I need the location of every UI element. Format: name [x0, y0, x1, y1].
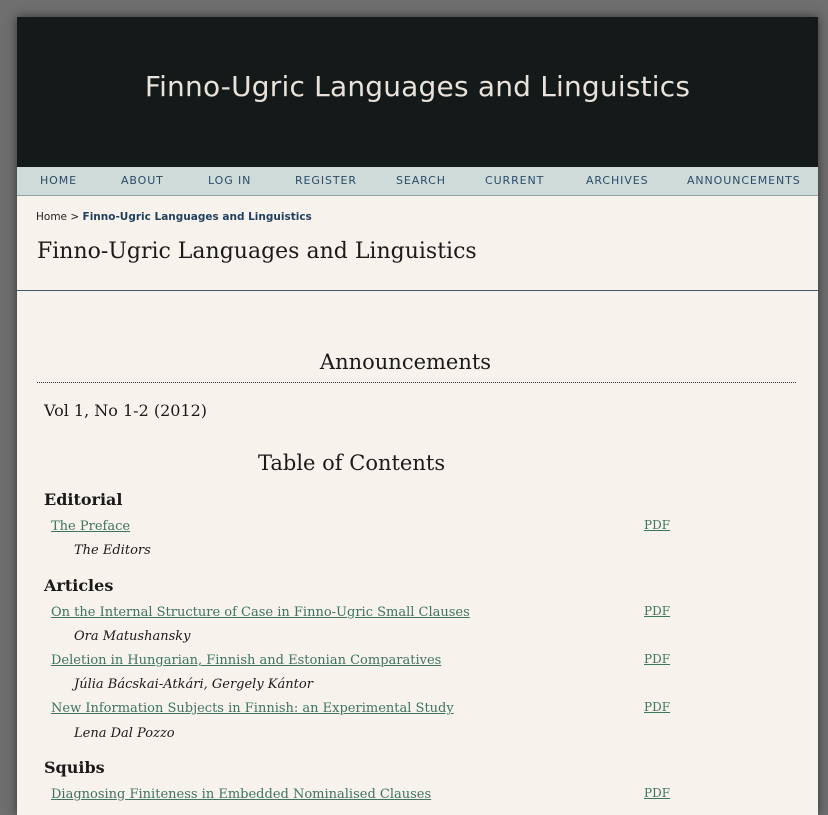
toc-heading: Table of Contents — [258, 451, 446, 475]
nav-register-link[interactable]: REGISTER — [295, 174, 357, 187]
pdf-link[interactable]: PDF — [644, 700, 670, 714]
nav-announcements-link[interactable]: ANNOUNCEMENTS — [687, 174, 801, 187]
article-authors: Lena Dal Pozzo — [74, 726, 175, 741]
article-authors: Júlia Bácskai-Atkári, Gergely Kántor — [74, 677, 313, 692]
article-title-link[interactable]: Diagnosing Finiteness in Embedded Nomina… — [51, 787, 431, 802]
article-title-link[interactable]: The Preface — [51, 519, 130, 534]
pdf-link[interactable]: PDF — [644, 786, 670, 800]
pdf-link[interactable]: PDF — [644, 518, 670, 532]
nav-current-link[interactable]: CURRENT — [485, 174, 544, 187]
announcements-heading: Announcements — [319, 350, 492, 374]
nav-home-link[interactable]: HOME — [40, 174, 77, 187]
nav-login-link[interactable]: LOG IN — [208, 174, 251, 187]
article-title-link[interactable]: On the Internal Structure of Case in Fin… — [51, 605, 470, 620]
nav-about-link[interactable]: ABOUT — [121, 174, 164, 187]
announcements-divider — [37, 382, 796, 383]
breadcrumb-separator: > — [70, 211, 80, 223]
pdf-link[interactable]: PDF — [644, 604, 670, 618]
breadcrumb: Home > Finno-Ugric Languages and Linguis… — [36, 211, 312, 223]
title-divider — [17, 290, 818, 291]
breadcrumb-current-link[interactable]: Finno-Ugric Languages and Linguistics — [83, 211, 312, 223]
section-title-editorial: Editorial — [44, 490, 123, 509]
site-header: Finno-Ugric Languages and Linguistics — [17, 17, 818, 167]
issue-title: Vol 1, No 1-2 (2012) — [44, 401, 208, 420]
page-container: Finno-Ugric Languages and Linguistics HO… — [17, 17, 818, 815]
page-title: Finno-Ugric Languages and Linguistics — [37, 239, 477, 264]
site-title: Finno-Ugric Languages and Linguistics — [144, 70, 691, 103]
pdf-link[interactable]: PDF — [644, 652, 670, 666]
article-title-link[interactable]: New Information Subjects in Finnish: an … — [51, 701, 454, 716]
main-navigation: HOME ABOUT LOG IN REGISTER SEARCH CURREN… — [17, 167, 818, 196]
section-title-articles: Articles — [44, 576, 114, 595]
nav-search-link[interactable]: SEARCH — [396, 174, 446, 187]
article-title-link[interactable]: Deletion in Hungarian, Finnish and Eston… — [51, 653, 441, 668]
article-authors: Ora Matushansky — [74, 629, 191, 644]
nav-archives-link[interactable]: ARCHIVES — [586, 174, 648, 187]
section-title-squibs: Squibs — [44, 758, 105, 777]
article-authors: The Editors — [74, 543, 151, 558]
breadcrumb-home-link[interactable]: Home — [36, 211, 67, 223]
